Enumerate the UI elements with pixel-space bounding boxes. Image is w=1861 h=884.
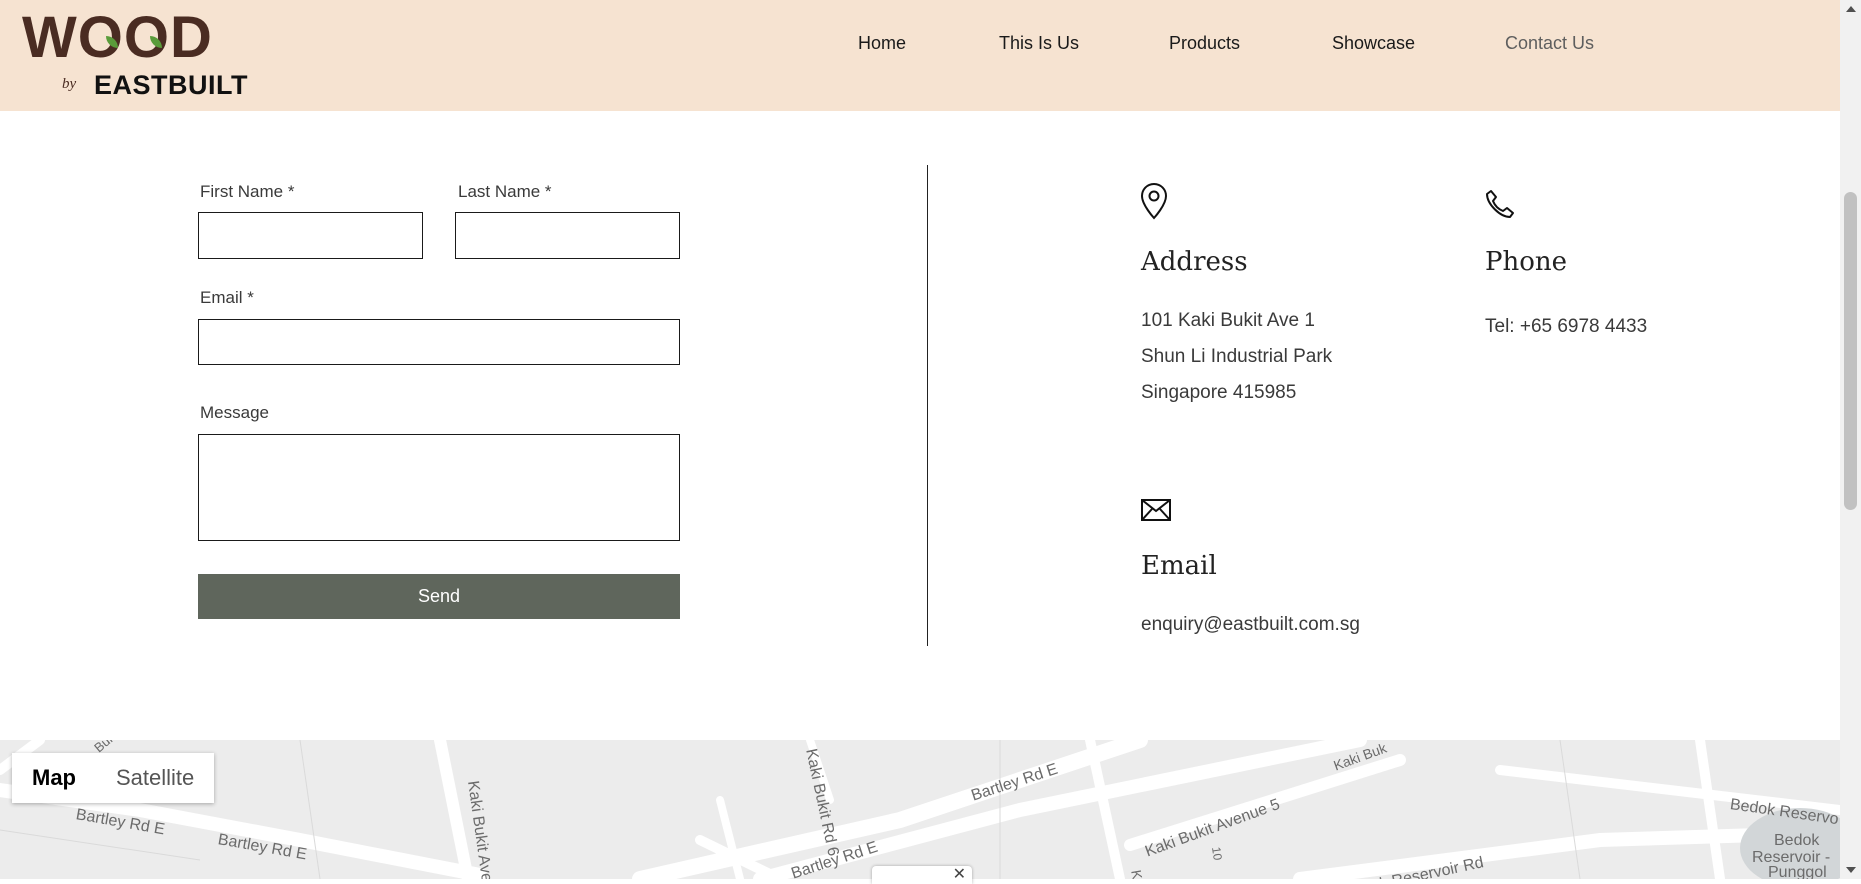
- message-field[interactable]: [198, 434, 680, 541]
- map-street-label: Ke: [1128, 868, 1147, 879]
- email-field[interactable]: [198, 319, 680, 365]
- scroll-up-arrow-icon[interactable]: [1846, 6, 1856, 12]
- nav-home[interactable]: Home: [858, 33, 906, 57]
- scroll-down-arrow-icon[interactable]: [1846, 867, 1856, 873]
- map-pin-icon: [1140, 182, 1168, 220]
- send-button[interactable]: Send: [198, 574, 680, 619]
- nav-contact-us[interactable]: Contact Us: [1505, 33, 1594, 57]
- address-line-2: Shun Li Industrial Park: [1141, 346, 1333, 367]
- email-address[interactable]: enquiry@eastbuilt.com.sg: [1141, 614, 1360, 636]
- map-type-satellite-button[interactable]: Satellite: [96, 753, 214, 803]
- address-line-1: 101 Kaki Bukit Ave 1: [1141, 310, 1315, 331]
- phone-title: Phone: [1485, 247, 1568, 277]
- address-title: Address: [1141, 247, 1248, 277]
- site-header: WOOD by EASTBUILT Home This Is Us Produc…: [0, 0, 1840, 111]
- envelope-icon: [1141, 499, 1171, 521]
- first-name-label: First Name *: [200, 182, 295, 201]
- map-info-popup: ✕: [872, 866, 972, 884]
- address-line-3: Singapore 415985: [1141, 382, 1297, 403]
- nav-products[interactable]: Products: [1169, 33, 1240, 57]
- map-type-toggle: Map Satellite: [12, 753, 215, 803]
- first-name-field[interactable]: [198, 212, 423, 259]
- last-name-label: Last Name *: [458, 182, 552, 201]
- phone-icon: [1486, 190, 1514, 218]
- map-place-label: Punggol: [1768, 864, 1827, 879]
- vertical-divider: [927, 165, 928, 646]
- email-label: Email *: [200, 288, 254, 307]
- logo-wordmark: WOOD: [22, 5, 213, 70]
- nav-this-is-us[interactable]: This Is Us: [999, 33, 1079, 57]
- email-title: Email: [1141, 551, 1217, 581]
- page-scrollbar[interactable]: [1840, 0, 1861, 879]
- phone-number[interactable]: Tel: +65 6978 4433: [1485, 316, 1647, 338]
- map-place-label: Bedok: [1774, 832, 1820, 849]
- map-type-map-button[interactable]: Map: [12, 753, 96, 803]
- logo-company-name: EASTBUILT: [94, 70, 248, 100]
- google-map[interactable]: Bartley Rd E Bartley Rd E Kaki Bukit Ave…: [0, 740, 1840, 879]
- nav-showcase[interactable]: Showcase: [1332, 33, 1415, 57]
- map-street-label: 10: [1209, 846, 1225, 862]
- last-name-field[interactable]: [455, 212, 680, 259]
- scrollbar-thumb[interactable]: [1844, 192, 1857, 510]
- close-icon[interactable]: ✕: [953, 864, 966, 884]
- message-label: Message: [200, 403, 269, 422]
- logo-by-text: by: [62, 76, 77, 92]
- eastbuilt-logo[interactable]: WOOD by EASTBUILT: [22, 5, 248, 103]
